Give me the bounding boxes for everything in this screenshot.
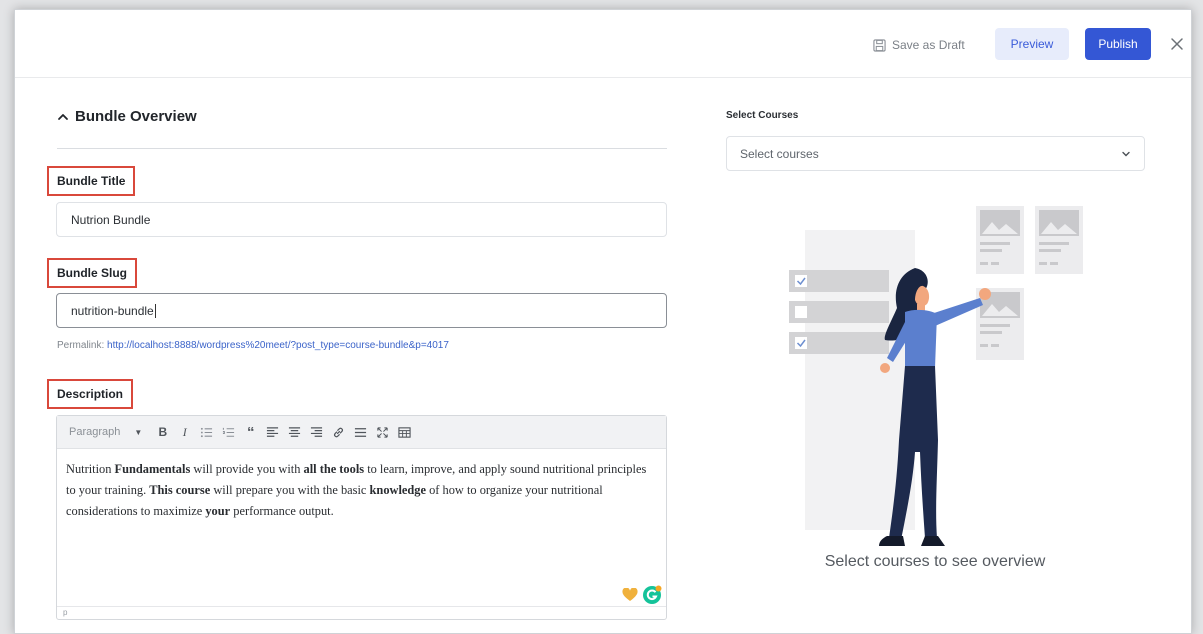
description-label: Description: [47, 379, 134, 409]
course-card-1: [976, 206, 1024, 274]
format-select[interactable]: Paragraph ▼: [65, 422, 146, 442]
bold-button[interactable]: B: [153, 422, 172, 442]
editor-statusbar: p: [57, 606, 666, 619]
bundle-overview-toggle[interactable]: Bundle Overview: [57, 108, 197, 125]
editor-text-run: Fundamentals: [114, 462, 191, 476]
blockquote-button[interactable]: “: [241, 422, 260, 442]
save-draft-button[interactable]: Save as Draft: [873, 36, 965, 54]
bundle-slug-input[interactable]: nutrition-bundle: [56, 293, 667, 328]
close-button[interactable]: [1165, 32, 1189, 56]
top-toolbar: Save as Draft Preview Publish: [15, 10, 1191, 78]
align-left-button[interactable]: [263, 422, 282, 442]
align-right-icon: [311, 426, 323, 437]
description-editor[interactable]: Paragraph ▼ B I “ Nutrition Fundamentals…: [56, 415, 667, 620]
chevron-up-icon: [58, 113, 68, 120]
section-divider: [57, 148, 667, 149]
bundle-slug-label: Bundle Slug: [47, 258, 137, 288]
editor-text-run: to learn, improve, and apply sound: [364, 462, 543, 476]
editor-text-run: knowledge: [369, 483, 426, 497]
toolbar-toggle-button[interactable]: [395, 422, 414, 442]
numbered-list-button[interactable]: [219, 422, 238, 442]
preview-button[interactable]: Preview: [995, 28, 1069, 60]
editor-text-run: performance output.: [230, 504, 334, 518]
bundle-title-input[interactable]: Nutrion Bundle: [56, 202, 667, 237]
bullet-list-button[interactable]: [197, 422, 216, 442]
fullscreen-button[interactable]: [373, 422, 392, 442]
editor-content[interactable]: Nutrition Fundamentals will provide you …: [57, 459, 666, 522]
caret-down-icon: ▼: [134, 427, 143, 437]
permalink-link[interactable]: http://localhost:8888/wordpress%20meet/?…: [107, 340, 449, 351]
editor-text-run: all the tools: [303, 462, 365, 476]
editor-toolbar: Paragraph ▼ B I “: [57, 416, 666, 449]
insert-link-button[interactable]: [329, 422, 348, 442]
quote-icon: “: [247, 423, 255, 441]
select-courses-label: Select Courses: [726, 110, 799, 121]
editor-text-run: Nutrition: [66, 462, 115, 476]
publish-button[interactable]: Publish: [1085, 28, 1151, 60]
fullscreen-icon: [377, 426, 388, 438]
bundle-editor-window: Save as Draft Preview Publish Bundle Ove…: [14, 9, 1192, 634]
bullet-list-icon: [201, 427, 213, 437]
empty-state-message: Select courses to see overview: [824, 553, 1046, 570]
bold-icon: B: [158, 425, 168, 439]
save-draft-label: Save as Draft: [892, 38, 965, 52]
select-courses-dropdown[interactable]: Select courses: [726, 136, 1145, 171]
select-courses-placeholder: Select courses: [740, 146, 819, 161]
editor-text-run: This course: [149, 483, 211, 497]
grammarly-icon[interactable]: [642, 585, 662, 605]
align-right-button[interactable]: [307, 422, 326, 442]
permalink-prefix: Permalink:: [57, 340, 105, 351]
course-card-2: [1035, 206, 1083, 274]
bundle-title-label: Bundle Title: [47, 166, 136, 196]
read-more-icon: [355, 427, 367, 437]
section-title: Bundle Overview: [75, 108, 197, 125]
format-select-value: Paragraph: [69, 426, 121, 438]
italic-button[interactable]: I: [175, 422, 194, 442]
chevron-down-icon: [1122, 151, 1130, 156]
italic-icon: I: [182, 424, 187, 439]
permalink-row: Permalink: http://localhost:8888/wordpre…: [57, 340, 449, 351]
align-center-button[interactable]: [285, 422, 304, 442]
align-center-icon: [289, 426, 301, 437]
numbered-list-icon: [223, 427, 235, 437]
text-cursor: [154, 303, 156, 318]
editor-extension-icons: [622, 585, 662, 605]
empty-state-illustration: [789, 206, 1083, 546]
editor-text-run: will provide you with: [190, 462, 304, 476]
editor-text-run: will prepare you with the basic: [210, 483, 370, 497]
align-left-icon: [267, 426, 279, 437]
heart-icon[interactable]: [622, 588, 638, 602]
link-icon: [334, 427, 344, 437]
save-icon: [873, 38, 886, 52]
slug-value: nutrition-bundle: [71, 303, 154, 318]
read-more-button[interactable]: [351, 422, 370, 442]
close-icon: [1171, 38, 1183, 50]
toolbar-toggle-icon: [398, 426, 411, 438]
editor-text-run: your: [205, 504, 231, 518]
